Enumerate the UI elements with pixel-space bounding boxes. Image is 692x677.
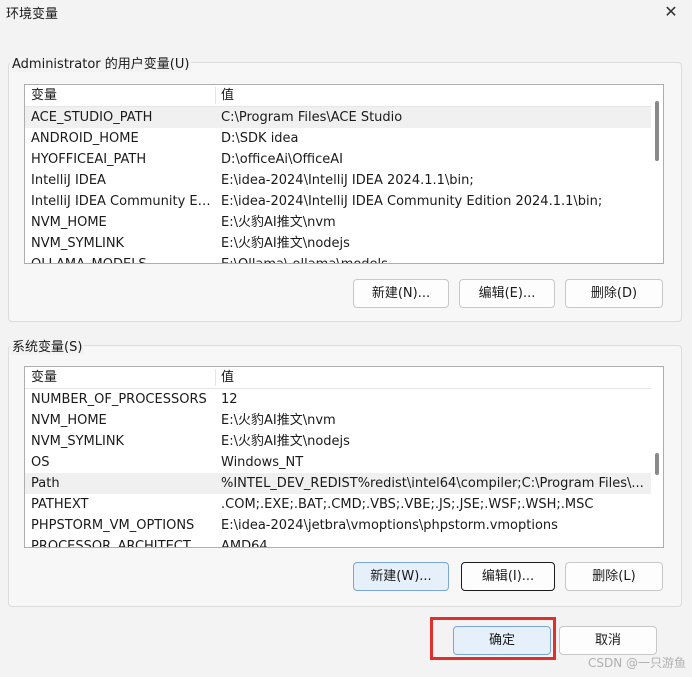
variable-name: IntelliJ IDEA Community Ed... [31,194,213,209]
user-edit-button[interactable]: 编辑(E)... [459,279,555,308]
variable-value: 12 [221,392,238,407]
table-row[interactable]: PATHEXT .COM;.EXE;.BAT;.CMD;.VBS;.VBE;.JS… [25,494,651,515]
cancel-button[interactable]: 取消 [559,626,657,655]
table-row[interactable]: Path %INTEL_DEV_REDIST%redist\intel64\com… [25,473,651,494]
variable-value: E:\火豹AI推文\nodejs [221,236,350,251]
variable-name: NVM_HOME [31,413,107,428]
variable-name: IntelliJ IDEA [31,173,106,188]
variable-value: E:\idea-2024\IntelliJ IDEA Community Edi… [221,194,603,209]
watermark: CSDN @一只游鱼 [587,656,686,670]
user-new-button[interactable]: 新建(N)... [353,279,449,308]
variable-name: PROCESSOR_ARCHITECTURE [31,539,213,548]
table-row[interactable]: PHPSTORM_VM_OPTIONS E:\idea-2024\jetbra\v… [25,515,651,536]
column-header-variable[interactable]: 变量 [31,85,213,106]
variable-name: PATHEXT [31,497,89,512]
column-header-value[interactable]: 值 [221,367,647,388]
table-row[interactable]: ANDROID_HOME D:\SDK idea [25,128,651,149]
variable-value: C:\Program Files\ACE Studio [221,110,403,125]
variable-value: Windows_NT [221,455,304,470]
variable-name: PHPSTORM_VM_OPTIONS [31,518,195,533]
variable-value: %INTEL_DEV_REDIST%redist\intel64\compile… [221,476,644,491]
table-row[interactable]: IntelliJ IDEA E:\idea-2024\IntelliJ IDEA … [25,170,651,191]
variable-value: .COM;.EXE;.BAT;.CMD;.VBS;.VBE;.JS;.JSE;.… [221,497,594,512]
table-row[interactable]: PROCESSOR_ARCHITECTURE AMD64 [25,536,651,548]
table-row[interactable]: OS Windows_NT [25,452,651,473]
variable-value: E:\Ollama\.ollama\models [221,254,647,263]
table-row[interactable]: NVM_HOME E:\火豹AI推文\nvm [25,410,651,431]
table-row[interactable]: NVM_SYMLINK E:\火豹AI推文\nodejs [25,233,651,254]
close-icon[interactable]: ✕ [660,1,682,23]
variable-name: OLLAMA_MODELS [31,254,213,263]
table-row[interactable]: HYOFFICEAI_PATH D:\officeAi\OfficeAI [25,149,651,170]
table-row[interactable]: NVM_HOME E:\火豹AI推文\nvm [25,212,651,233]
variable-value: E:\火豹AI推文\nvm [221,215,336,230]
user-variables-label: Administrator 的用户变量(U) [10,53,192,72]
table-row[interactable]: OLLAMA_MODELS E:\Ollama\.ollama\models [25,254,651,263]
title-bar: 环境变量 ✕ [0,0,692,26]
window-title: 环境变量 [6,7,59,22]
ok-button-highlight-box [430,617,556,660]
user-variables-list[interactable]: 变量 值 ACE_STUDIO_PATH C:\Program Files\ACE… [24,84,664,264]
variable-value: E:\火豹AI推文\nodejs [221,434,350,449]
variable-value: AMD64 [221,539,268,548]
variable-value: E:\火豹AI推文\nvm [221,413,336,428]
variable-value: E:\idea-2024\jetbra\vmoptions\phpstorm.v… [221,518,558,533]
table-row[interactable]: ACE_STUDIO_PATH C:\Program Files\ACE Stud… [25,107,651,128]
table-row[interactable]: NVM_SYMLINK E:\火豹AI推文\nodejs [25,431,651,452]
variable-name: ANDROID_HOME [31,131,139,146]
user-delete-button[interactable]: 删除(D) [565,279,663,308]
system-variables-label: 系统变量(S) [10,336,85,355]
variable-name: HYOFFICEAI_PATH [31,152,147,167]
variable-name: NVM_HOME [31,215,107,230]
list-header: 变量 值 [25,85,651,107]
scrollbar-thumb[interactable] [655,453,659,475]
variable-name: OS [31,455,50,470]
variable-value: E:\idea-2024\IntelliJ IDEA 2024.1.1\bin; [221,173,474,188]
variable-name: NUMBER_OF_PROCESSORS [31,392,207,407]
variable-name: NVM_SYMLINK [31,236,125,251]
column-header-value[interactable]: 值 [221,85,647,106]
variable-value: D:\SDK idea [221,131,299,146]
scrollbar-thumb[interactable] [655,101,659,161]
table-row[interactable]: IntelliJ IDEA Community Ed... E:\idea-202… [25,191,651,212]
system-edit-button[interactable]: 编辑(I)... [461,562,555,591]
variable-name: ACE_STUDIO_PATH [31,110,153,125]
user-list-scrollbar[interactable] [651,85,663,263]
list-header: 变量 值 [25,367,651,389]
system-new-button[interactable]: 新建(W)... [353,562,449,591]
column-header-variable[interactable]: 变量 [31,367,213,388]
table-row[interactable]: NUMBER_OF_PROCESSORS 12 [25,389,651,410]
system-list-scrollbar[interactable] [651,367,663,547]
variable-name: NVM_SYMLINK [31,434,125,449]
variable-name: Path [31,476,60,491]
variable-value: D:\officeAi\OfficeAI [221,152,343,167]
system-delete-button[interactable]: 删除(L) [565,562,663,591]
system-variables-list[interactable]: 变量 值 NUMBER_OF_PROCESSORS 12 NVM_HOME E:\火豹… [24,366,664,548]
